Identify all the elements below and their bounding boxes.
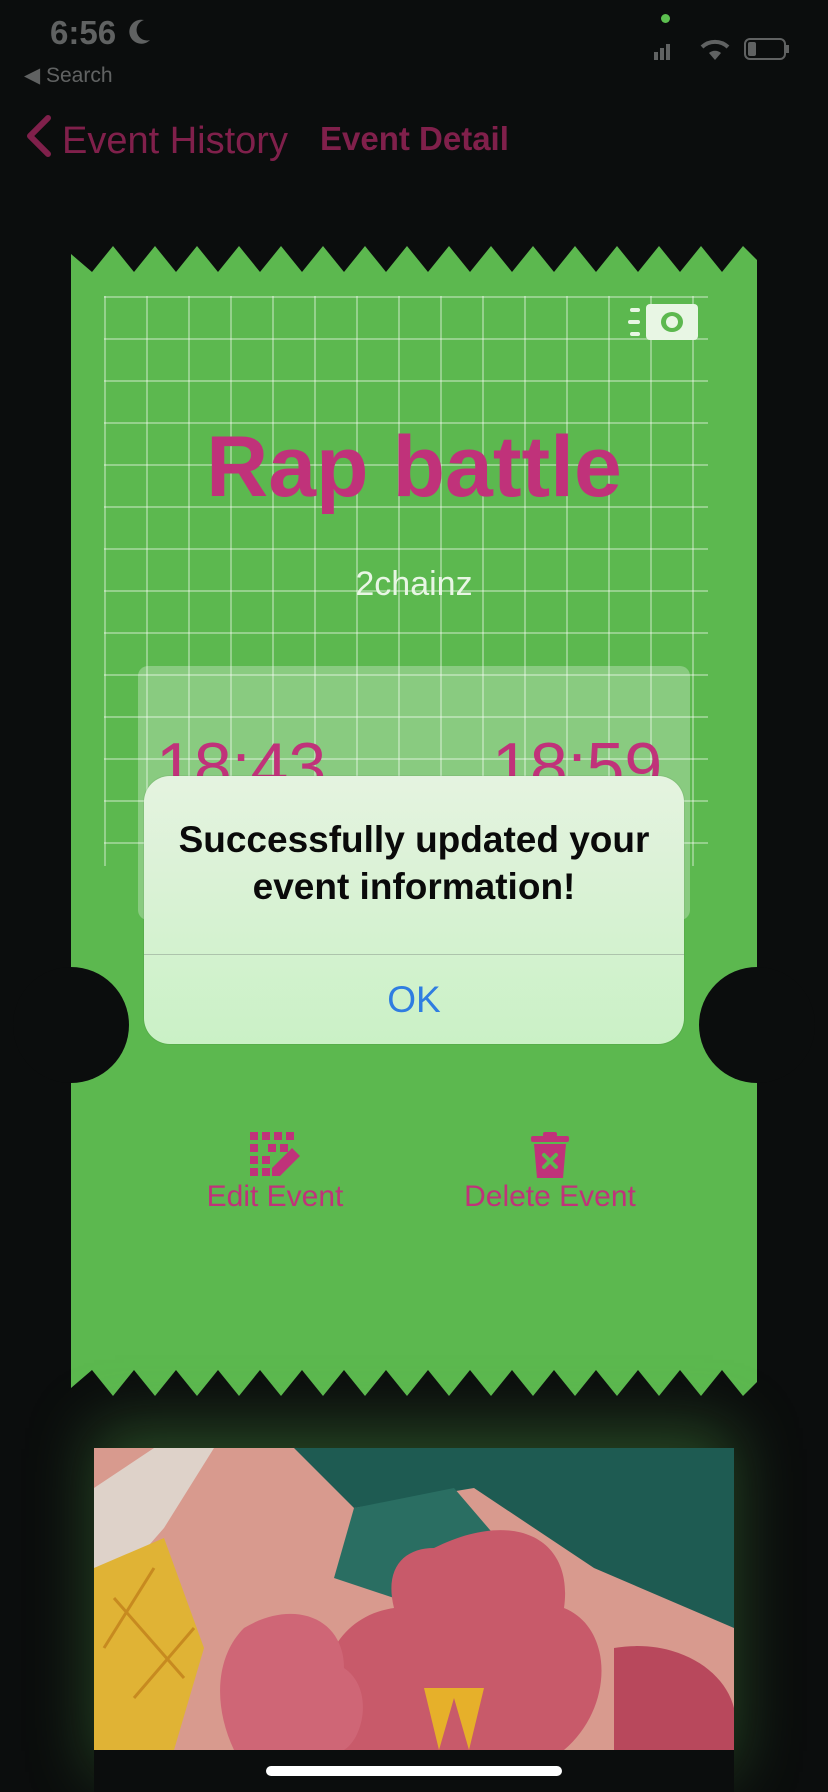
- money-icon[interactable]: [628, 302, 700, 342]
- back-to-search-link[interactable]: ◀ Search: [24, 63, 113, 88]
- back-button[interactable]: Event History: [24, 114, 288, 168]
- status-time: 6:56: [50, 14, 117, 51]
- privacy-indicator-dot: [661, 14, 670, 23]
- success-alert-dialog: Successfully updated your event informat…: [144, 776, 684, 1044]
- edit-event-button[interactable]: Edit Event: [190, 1130, 360, 1214]
- trash-icon: [523, 1130, 577, 1180]
- battery-icon: [744, 38, 790, 65]
- home-indicator[interactable]: [266, 1766, 562, 1776]
- delete-event-button[interactable]: Delete Event: [450, 1130, 650, 1214]
- event-artist: 2chainz: [355, 565, 473, 603]
- alert-ok-button[interactable]: OK: [144, 955, 684, 1044]
- event-photo[interactable]: [94, 1448, 734, 1750]
- wifi-icon: [698, 38, 732, 67]
- page-title: Event Detail: [320, 120, 509, 157]
- navigation-bar: Event History Event Detail: [0, 100, 828, 180]
- edit-event-label: Edit Event: [206, 1180, 344, 1213]
- ticket-notch-right: [699, 967, 815, 1083]
- back-button-label: Event History: [62, 119, 288, 162]
- ticket-bottom-edge: [71, 1370, 757, 1396]
- chevron-left-icon: [24, 114, 52, 168]
- edit-event-icon: [248, 1130, 302, 1180]
- alert-message: Successfully updated your event informat…: [178, 819, 650, 907]
- delete-event-label: Delete Event: [464, 1180, 636, 1213]
- status-bar: 6:56 ◀ Search: [0, 0, 828, 90]
- signal-icon: [654, 42, 676, 65]
- ticket-notch-left: [13, 967, 129, 1083]
- ticket-top-edge: [71, 246, 757, 272]
- moon-icon: [128, 18, 152, 51]
- event-title: Rap battle: [206, 419, 622, 515]
